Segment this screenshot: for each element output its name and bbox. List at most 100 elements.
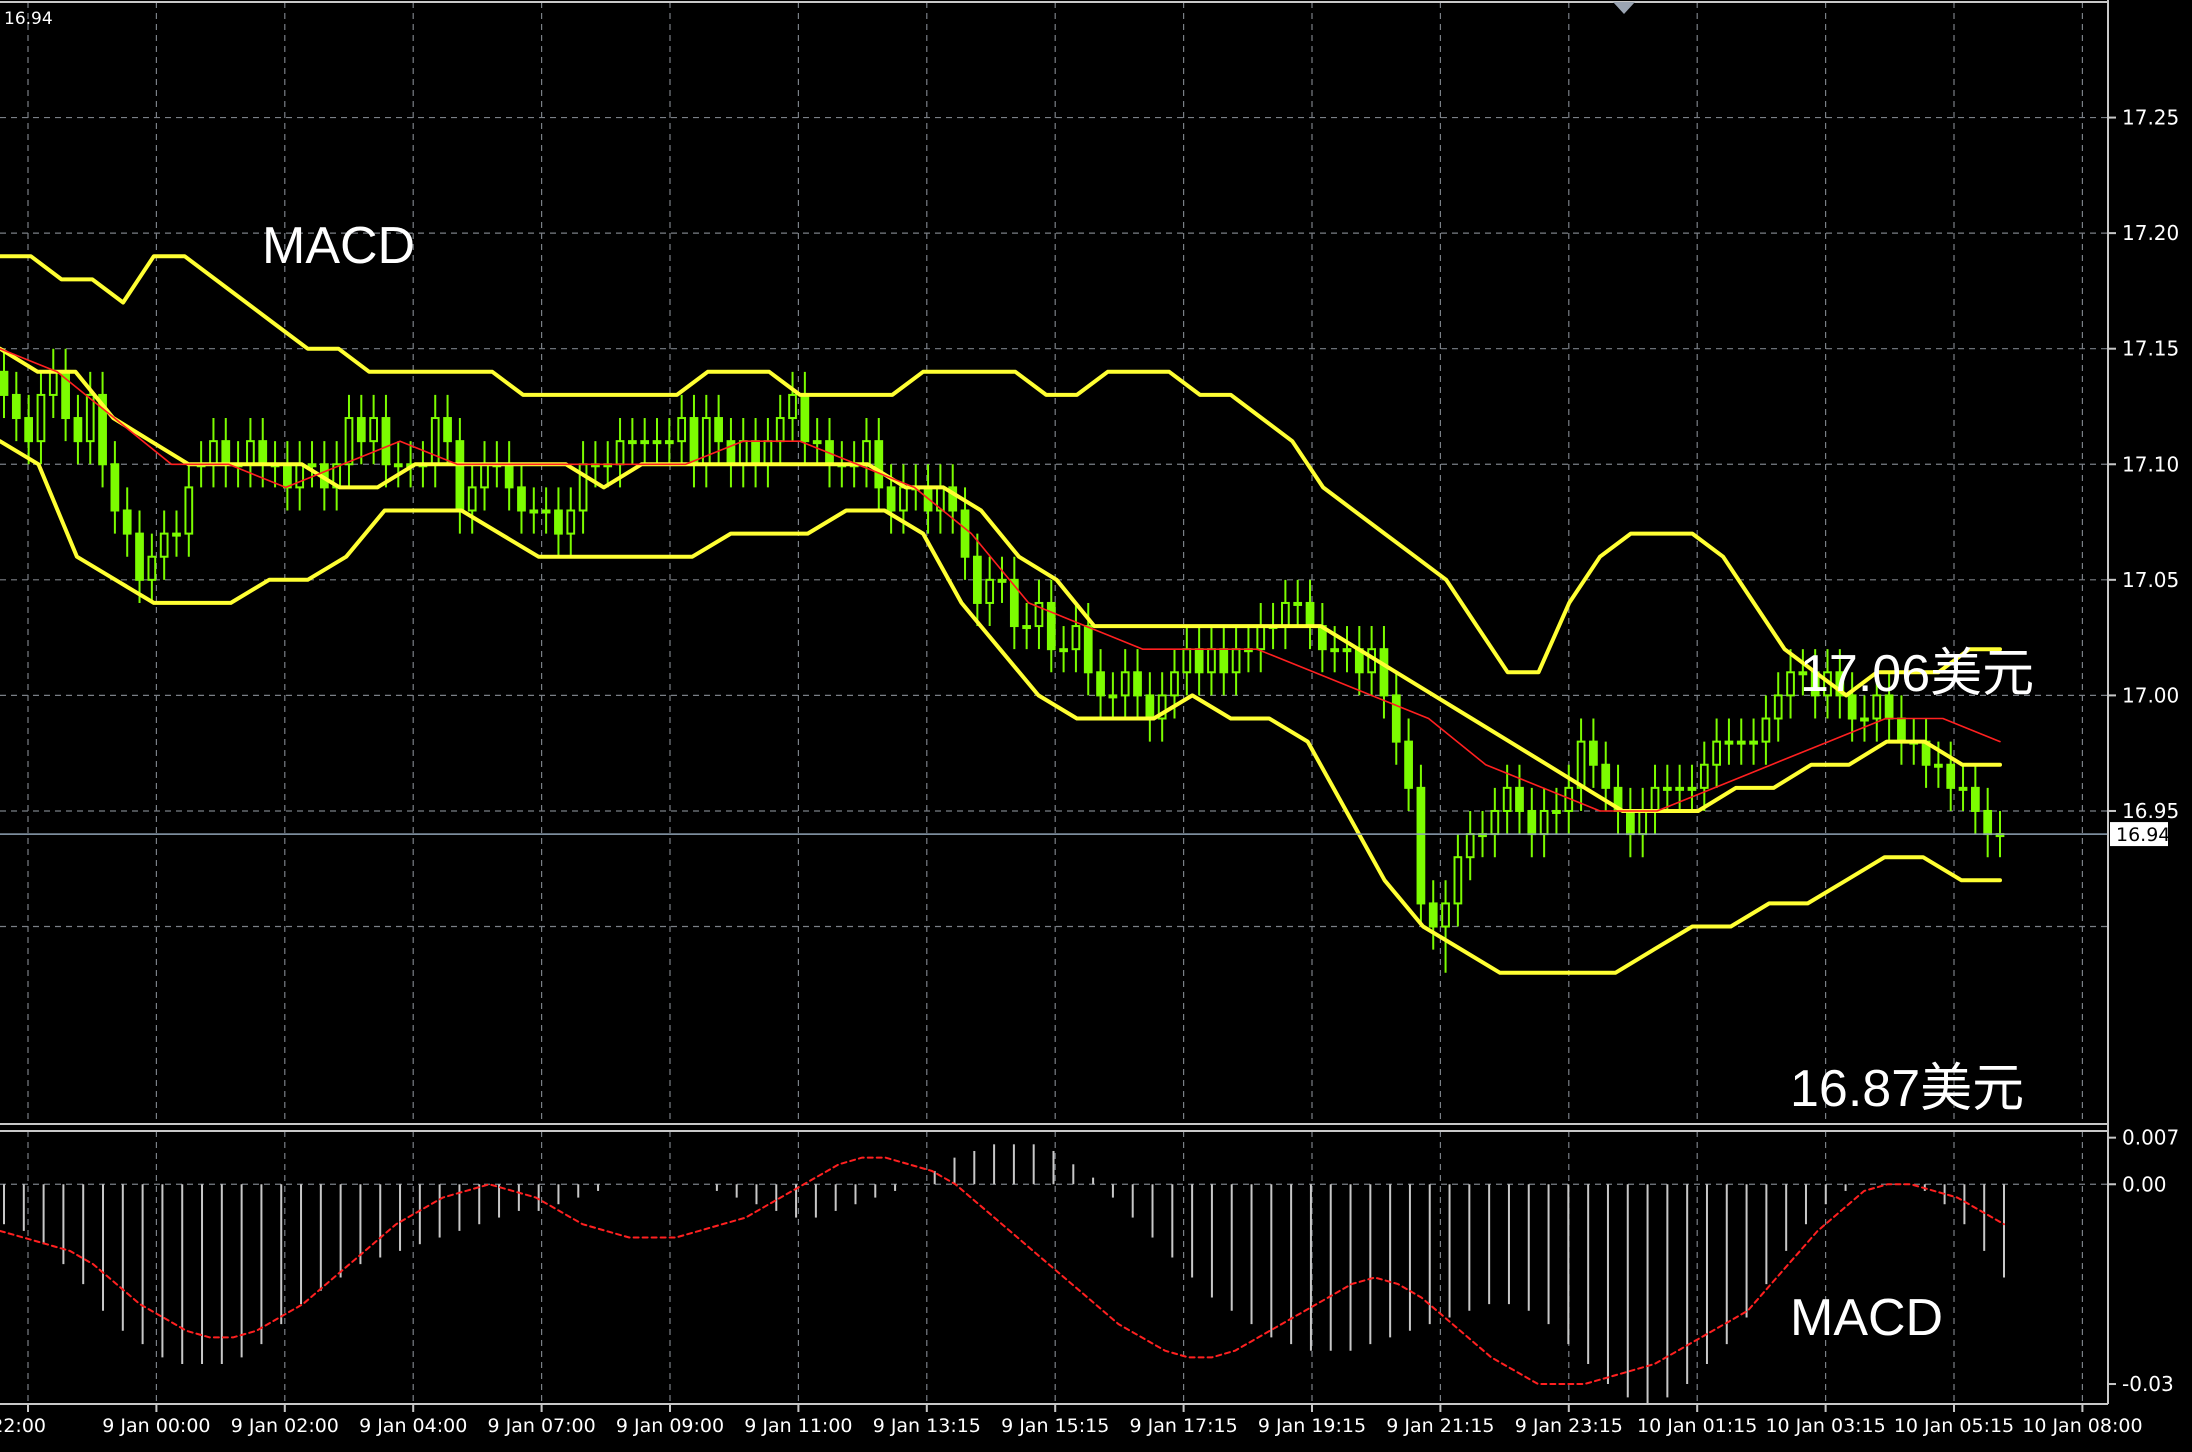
candle-body-down	[689, 417, 699, 466]
candle	[1219, 626, 1229, 696]
candle	[701, 394, 711, 488]
candle-body-up	[1490, 809, 1500, 836]
candle	[936, 464, 945, 534]
candle	[24, 394, 34, 465]
x-tick-label: 9 Jan 07:00	[487, 1415, 595, 1437]
x-tick-label: 9 Jan 23:15	[1515, 1415, 1623, 1437]
candle	[172, 510, 181, 557]
candle	[517, 464, 526, 534]
candle	[1749, 718, 1758, 765]
candlestick-series	[0, 348, 2005, 973]
candle	[122, 487, 132, 557]
candle	[480, 441, 489, 511]
candle	[159, 510, 169, 580]
candle	[972, 533, 982, 627]
candle	[1416, 764, 1426, 927]
candle	[36, 371, 46, 465]
main-grid	[0, 1, 2108, 1123]
candle-body-down	[24, 417, 34, 443]
candle-body-up	[1108, 694, 1118, 699]
candle-body-up	[1502, 786, 1512, 812]
candle	[566, 487, 576, 557]
candle	[1391, 672, 1401, 765]
candle	[1527, 787, 1537, 858]
candle	[1699, 741, 1709, 811]
candle	[1441, 880, 1450, 973]
candle-body-up	[184, 486, 194, 535]
x-tick-label: 9 Jan 00:00	[102, 1415, 210, 1437]
candle	[307, 441, 317, 488]
corner-price-label: 16.94	[4, 9, 53, 29]
candle-body-up	[763, 440, 773, 466]
candle	[689, 394, 699, 488]
candle	[1712, 718, 1721, 788]
candle	[1157, 672, 1167, 742]
candle	[1379, 626, 1389, 719]
candle	[393, 441, 403, 488]
x-tick-label: 9 Jan 17:15	[1129, 1415, 1237, 1437]
candle	[726, 418, 736, 488]
candle-body-down	[1515, 786, 1524, 812]
candle	[541, 487, 551, 534]
candle	[1724, 718, 1734, 765]
candle	[1207, 626, 1216, 696]
candle	[381, 394, 391, 488]
candle	[504, 441, 514, 511]
candle	[1946, 741, 1956, 811]
candle	[135, 510, 144, 603]
candle-body-up	[652, 440, 662, 445]
candle-body-up	[1022, 625, 1032, 630]
candle-body-down	[886, 486, 896, 512]
candle-body-down	[1145, 694, 1155, 720]
candle	[1453, 834, 1463, 927]
x-tick-label: 10 Jan 05:15	[1894, 1415, 2014, 1437]
candle-body-up	[1552, 809, 1561, 814]
candle-body-down	[714, 417, 723, 443]
candle-body-up	[788, 393, 797, 420]
candle	[714, 394, 723, 465]
candle-body-down	[960, 509, 970, 558]
y-tick-label: 0.00	[2122, 1172, 2167, 1196]
candle	[1046, 579, 1056, 673]
bollinger-lower-line	[0, 439, 2002, 975]
candle	[332, 441, 342, 511]
candle-body-down	[972, 555, 982, 604]
candle	[369, 394, 378, 465]
macd-axis: 0.007 0.00 -0.03	[2108, 1126, 2179, 1396]
candle	[443, 394, 452, 465]
candle-body-down	[1897, 717, 1906, 743]
candle	[1897, 695, 1906, 765]
candle-body-up	[307, 463, 317, 468]
candle	[1650, 764, 1660, 835]
candle	[948, 464, 958, 534]
candle-body-up	[1761, 717, 1771, 743]
candle-body-up	[566, 509, 576, 535]
candle-body-up	[775, 417, 785, 443]
candle-body-down	[135, 532, 144, 581]
candle-body-down	[443, 417, 452, 443]
candle	[0, 348, 9, 419]
chart-shift-marker	[1613, 2, 1635, 14]
y-tick-label: 17.15	[2122, 337, 2179, 361]
candle-body-down	[356, 417, 366, 443]
candle	[985, 556, 995, 627]
candle-body-up	[1207, 648, 1216, 674]
candle	[1281, 579, 1290, 650]
candle	[628, 418, 637, 465]
candle-body-up	[862, 440, 871, 466]
candle-body-up	[48, 370, 58, 396]
x-tick-label: 9 Jan 09:00	[616, 1415, 724, 1437]
x-tick-label: 9 Jan 21:15	[1386, 1415, 1494, 1437]
candle-body-down	[1527, 809, 1537, 836]
candle-body-up	[1576, 740, 1586, 789]
candle-body-down	[1046, 601, 1056, 651]
candle	[1182, 626, 1192, 696]
x-tick-label: 9 Jan 15:15	[1001, 1415, 1109, 1437]
candle	[1256, 602, 1266, 673]
chart-markers	[1613, 2, 1635, 14]
x-tick-label: 9 Jan 13:15	[873, 1415, 981, 1437]
candle-body-up	[1675, 786, 1685, 791]
candle	[788, 371, 797, 442]
candle	[1761, 695, 1771, 765]
candle-body-up	[1120, 671, 1130, 697]
